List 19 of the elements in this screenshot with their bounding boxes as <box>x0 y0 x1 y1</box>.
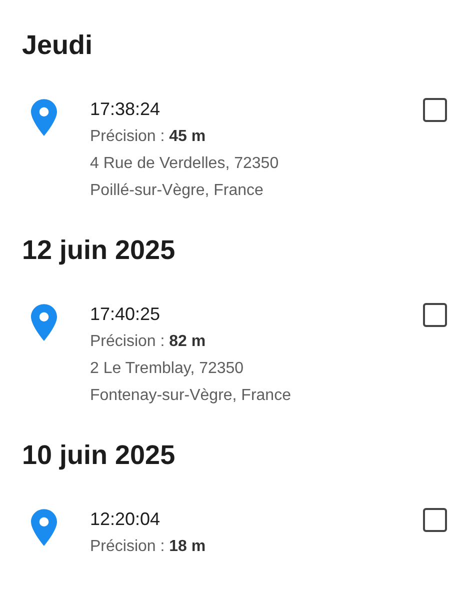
precision-text: Précision : 82 m <box>90 332 207 352</box>
address-line: Fontenay-sur-Vègre, France <box>90 386 292 406</box>
date-heading: 12 juin 2025 <box>22 234 176 267</box>
address-line: 4 Rue de Verdelles, 72350 <box>90 154 280 174</box>
date-heading: 10 juin 2025 <box>22 439 176 472</box>
time-text: 12:20:04 <box>90 508 162 531</box>
address-line: 2 Le Tremblay, 72350 <box>90 359 245 379</box>
date-heading: Jeudi <box>22 29 94 62</box>
checkbox[interactable] <box>423 303 447 327</box>
location-pin-icon <box>31 509 57 546</box>
precision-text: Précision : 45 m <box>90 127 207 147</box>
precision-text: Précision : 18 m <box>90 537 207 557</box>
location-pin-icon <box>31 304 57 341</box>
time-text: 17:38:24 <box>90 98 162 121</box>
time-text: 17:40:25 <box>90 303 162 326</box>
location-pin-icon <box>31 99 57 136</box>
address-line: Poillé-sur-Vègre, France <box>90 181 264 201</box>
checkbox[interactable] <box>423 508 447 532</box>
checkbox[interactable] <box>423 98 447 122</box>
